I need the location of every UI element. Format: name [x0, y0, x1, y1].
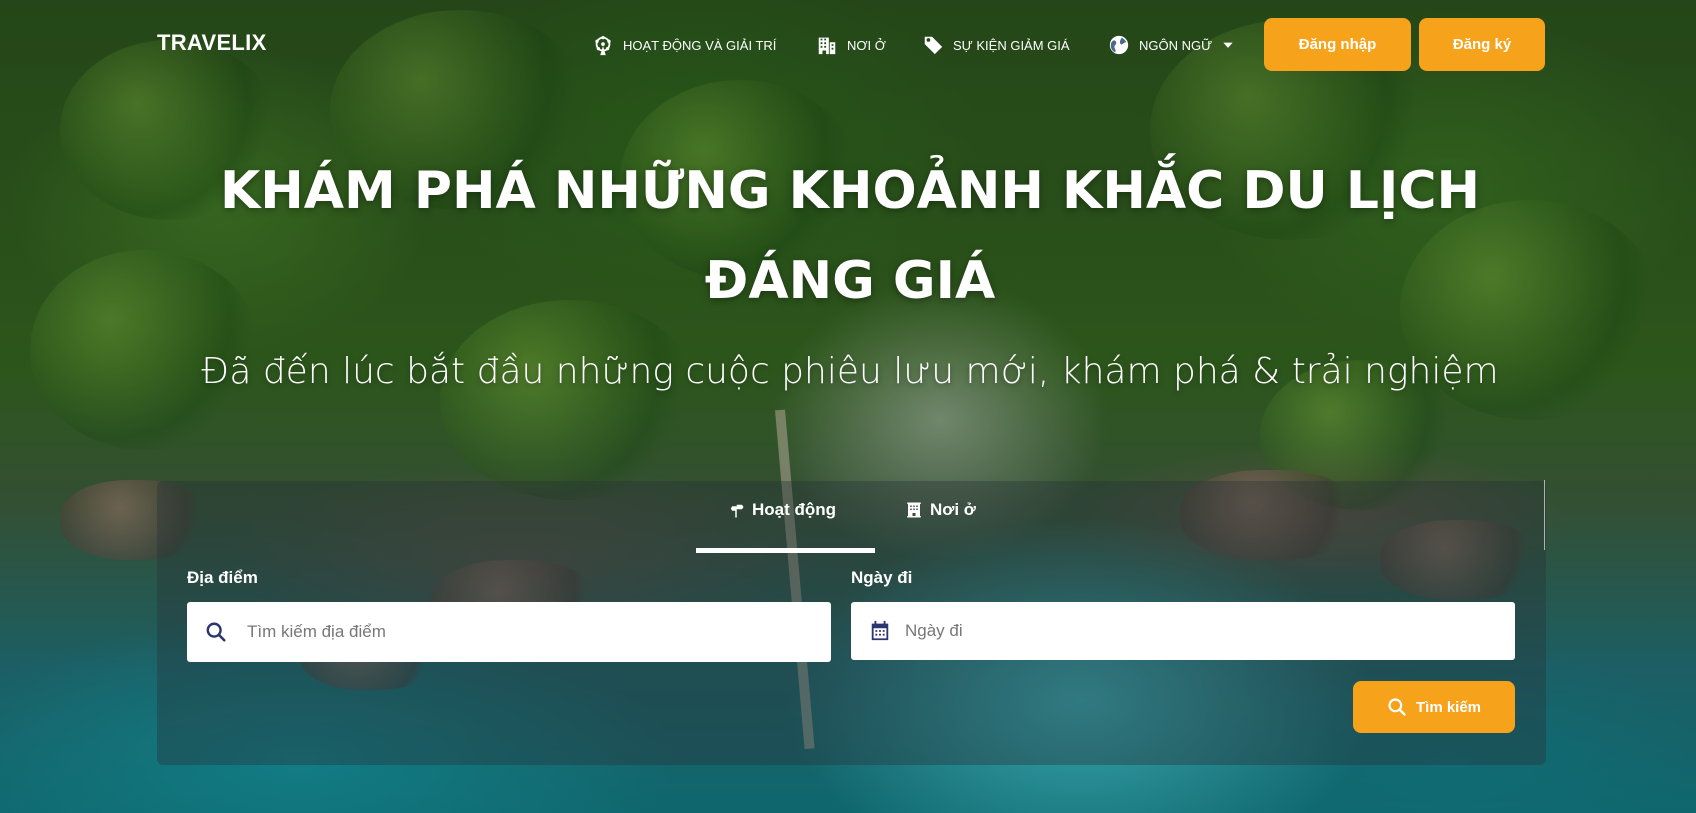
- language-label: NGÔN NGỮ: [1139, 37, 1213, 53]
- signup-button[interactable]: Đăng ký: [1419, 18, 1545, 71]
- globe-icon: [1109, 35, 1129, 55]
- date-field[interactable]: [851, 601, 1515, 661]
- tab-stays[interactable]: Nơi ở: [905, 500, 976, 520]
- location-input[interactable]: [245, 601, 831, 663]
- search-icon: [206, 622, 226, 642]
- nav-deals-label: SỰ KIỆN GIẢM GIÁ: [953, 37, 1070, 53]
- language-selector[interactable]: NGÔN NGỮ: [1108, 34, 1235, 56]
- location-label: Địa điểm: [187, 568, 258, 587]
- hero-headline: KHÁM PHÁ NHỮNG KHOẢNH KHẮC DU LỊCH ĐÁNG …: [219, 161, 1481, 311]
- location-field[interactable]: [187, 601, 831, 663]
- nav-activities[interactable]: HOẠT ĐỘNG VÀ GIẢI TRÍ: [592, 34, 776, 56]
- hotel-icon: [907, 502, 921, 518]
- brand-logo[interactable]: TRAVELIX: [157, 30, 267, 56]
- divider: [1544, 480, 1545, 550]
- login-button[interactable]: Đăng nhập: [1264, 18, 1411, 71]
- ferris-wheel-icon: [595, 36, 611, 56]
- date-input[interactable]: [903, 601, 1515, 661]
- tab-activities-label: Hoạt động: [752, 500, 837, 519]
- search-button-label: Tìm kiếm: [1415, 698, 1482, 716]
- tab-activities[interactable]: Hoạt động: [727, 500, 836, 520]
- nav-deals[interactable]: SỰ KIỆN GIẢM GIÁ: [922, 34, 1070, 56]
- date-label: Ngày đi: [851, 568, 913, 587]
- caret-down-icon: [1223, 42, 1233, 48]
- search-icon: [1388, 698, 1406, 716]
- active-tab-indicator: [696, 548, 875, 553]
- signpost-icon: [730, 502, 744, 518]
- search-button[interactable]: Tìm kiếm: [1353, 681, 1515, 733]
- hero-subtitle: Đã đến lúc bắt đầu những cuộc phiêu lưu …: [201, 351, 1499, 392]
- tag-icon: [923, 36, 943, 55]
- building-icon: [818, 37, 836, 55]
- calendar-icon: [871, 620, 889, 641]
- tab-stays-label: Nơi ở: [930, 500, 976, 519]
- top-navbar: TRAVELIX HOẠT ĐỘNG VÀ GIẢI TRÍ NƠI Ở SỰ …: [0, 0, 1696, 90]
- nav-stays[interactable]: NƠI Ở: [816, 34, 886, 56]
- nav-stays-label: NƠI Ở: [847, 37, 886, 53]
- nav-activities-label: HOẠT ĐỘNG VÀ GIẢI TRÍ: [623, 37, 777, 53]
